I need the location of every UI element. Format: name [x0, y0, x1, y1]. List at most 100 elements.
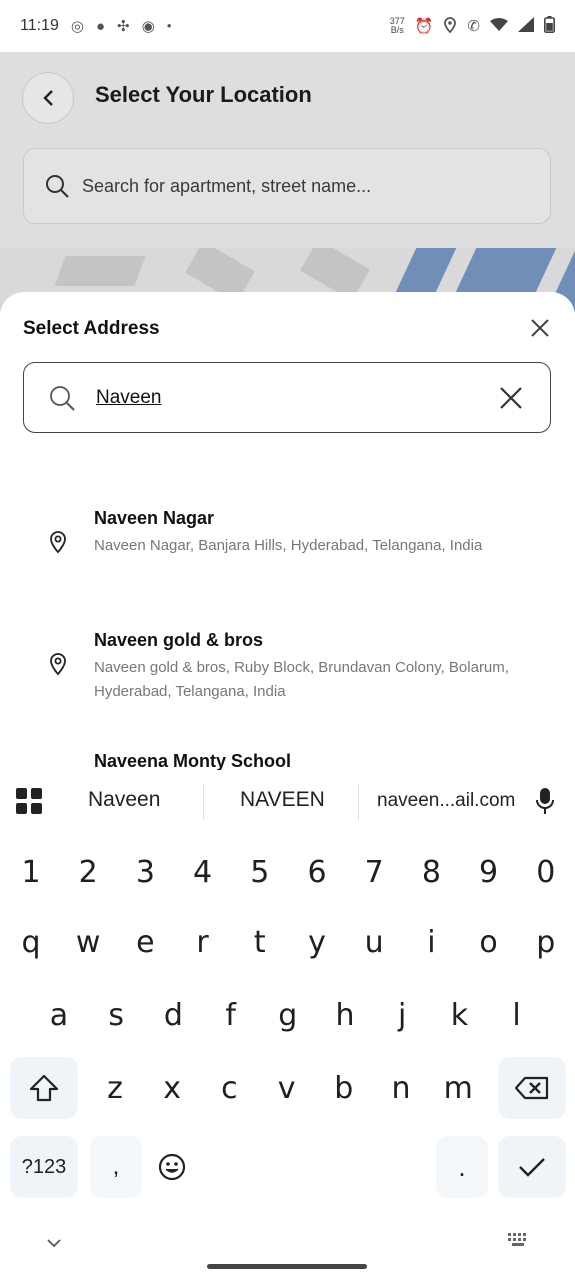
list-item[interactable]: Naveen Nagar Naveen Nagar, Banjara Hills…: [0, 508, 575, 588]
location-search-bar[interactable]: Search for apartment, street name...: [23, 148, 551, 224]
map-building: [54, 256, 146, 286]
backspace-key[interactable]: [498, 1057, 566, 1119]
location-pin-icon: [50, 653, 66, 676]
location-pin-icon: [50, 531, 66, 554]
symbols-key[interactable]: ?123: [10, 1136, 78, 1198]
select-address-sheet: Select Address Naveen Naveen Nagar Navee…: [0, 292, 575, 782]
battery-icon: [544, 16, 555, 36]
key-v[interactable]: v: [262, 1057, 312, 1119]
key-z[interactable]: z: [90, 1057, 140, 1119]
search-icon: [46, 175, 69, 198]
message-icon: ◉: [141, 17, 155, 35]
shift-icon: [29, 1074, 59, 1102]
key-n[interactable]: n: [376, 1057, 426, 1119]
keyboard-switch-icon[interactable]: [508, 1233, 530, 1247]
key-l[interactable]: l: [492, 984, 542, 1046]
list-item[interactable]: Naveen gold & bros Naveen gold & bros, R…: [0, 630, 575, 710]
back-button[interactable]: [22, 72, 74, 124]
fan-icon: ✣: [117, 17, 130, 35]
status-time: 11:19: [20, 17, 59, 34]
key-7[interactable]: 7: [349, 841, 399, 903]
suggestion-3[interactable]: naveen...ail.com: [377, 790, 515, 812]
key-9[interactable]: 9: [464, 841, 514, 903]
key-q[interactable]: q: [6, 911, 56, 973]
suggestion-2[interactable]: NAVEEN: [240, 788, 325, 812]
enter-key[interactable]: [498, 1136, 566, 1198]
clear-search-button[interactable]: [498, 385, 524, 411]
key-3[interactable]: 3: [120, 841, 170, 903]
sheet-title: Select Address: [23, 318, 160, 339]
key-g[interactable]: g: [263, 984, 313, 1046]
emoji-icon: [158, 1153, 186, 1181]
result-subtitle: Naveen Nagar, Banjara Hills, Hyderabad, …: [94, 537, 483, 554]
close-button[interactable]: [528, 316, 552, 340]
address-search-input[interactable]: Naveen: [96, 387, 162, 409]
suggestion-bar: Naveen NAVEEN naveen...ail.com: [0, 770, 575, 832]
status-bar: 11:19 ◎ ● ✣ ◉ ● 377 B/s ⏰ ✆: [0, 0, 575, 52]
key-2[interactable]: 2: [63, 841, 113, 903]
microphone-icon[interactable]: [533, 786, 557, 816]
search-icon: [50, 385, 75, 411]
background-page: Select Your Location Search for apartmen…: [0, 52, 575, 312]
keyboard: Naveen NAVEEN naveen...ail.com 123456789…: [0, 770, 575, 1280]
wifi-icon: [490, 17, 508, 35]
key-k[interactable]: k: [434, 984, 484, 1046]
key-m[interactable]: m: [433, 1057, 483, 1119]
key-x[interactable]: x: [147, 1057, 197, 1119]
suggestion-1[interactable]: Naveen: [88, 788, 160, 812]
key-8[interactable]: 8: [406, 841, 456, 903]
key-r[interactable]: r: [178, 911, 228, 973]
key-i[interactable]: i: [406, 911, 456, 973]
result-subtitle: Naveen gold & bros, Ruby Block, Brundava…: [94, 659, 509, 700]
key-j[interactable]: j: [377, 984, 427, 1046]
key-u[interactable]: u: [349, 911, 399, 973]
chat-icon: ●: [95, 17, 106, 35]
key-o[interactable]: o: [464, 911, 514, 973]
key-4[interactable]: 4: [178, 841, 228, 903]
location-icon: [443, 16, 457, 36]
home-indicator[interactable]: [207, 1264, 367, 1269]
key-c[interactable]: c: [204, 1057, 254, 1119]
space-key[interactable]: [204, 1136, 432, 1198]
alarm-icon: ⏰: [414, 17, 434, 35]
location-header: Select Your Location Search for apartmen…: [0, 52, 575, 248]
result-title: Naveena Monty School: [94, 751, 292, 771]
dot-icon: ●: [166, 21, 172, 30]
period-key[interactable]: .: [436, 1136, 488, 1198]
call-icon: ✆: [467, 17, 480, 35]
key-f[interactable]: f: [206, 984, 256, 1046]
key-h[interactable]: h: [320, 984, 370, 1046]
suggestion-divider: [203, 784, 204, 820]
signal-icon: [518, 17, 534, 35]
hide-keyboard-button[interactable]: [46, 1235, 62, 1253]
checkmark-icon: [519, 1158, 545, 1177]
suggestion-divider: [358, 784, 359, 820]
key-d[interactable]: d: [148, 984, 198, 1046]
key-6[interactable]: 6: [292, 841, 342, 903]
key-t[interactable]: t: [235, 911, 285, 973]
key-e[interactable]: e: [120, 911, 170, 973]
key-1[interactable]: 1: [6, 841, 56, 903]
close-icon: [500, 387, 522, 409]
location-search-placeholder: Search for apartment, street name...: [82, 175, 372, 196]
emoji-key[interactable]: [146, 1136, 198, 1198]
key-b[interactable]: b: [319, 1057, 369, 1119]
result-title: Naveen gold & bros: [94, 630, 264, 650]
key-5[interactable]: 5: [235, 841, 285, 903]
net-speed-unit: B/s: [390, 25, 404, 35]
chevron-left-icon: [43, 90, 53, 106]
result-title: Naveen Nagar: [94, 508, 215, 528]
key-0[interactable]: 0: [521, 841, 571, 903]
comma-key[interactable]: ,: [90, 1136, 142, 1198]
close-icon: [531, 319, 549, 337]
key-y[interactable]: y: [292, 911, 342, 973]
backspace-icon: [515, 1076, 549, 1100]
apps-grid-icon[interactable]: [16, 788, 42, 814]
key-p[interactable]: p: [521, 911, 571, 973]
key-s[interactable]: s: [91, 984, 141, 1046]
page-title: Select Your Location: [95, 82, 312, 107]
key-w[interactable]: w: [63, 911, 113, 973]
key-a[interactable]: a: [34, 984, 84, 1046]
address-search-field[interactable]: Naveen: [23, 362, 551, 433]
shift-key[interactable]: [10, 1057, 78, 1119]
